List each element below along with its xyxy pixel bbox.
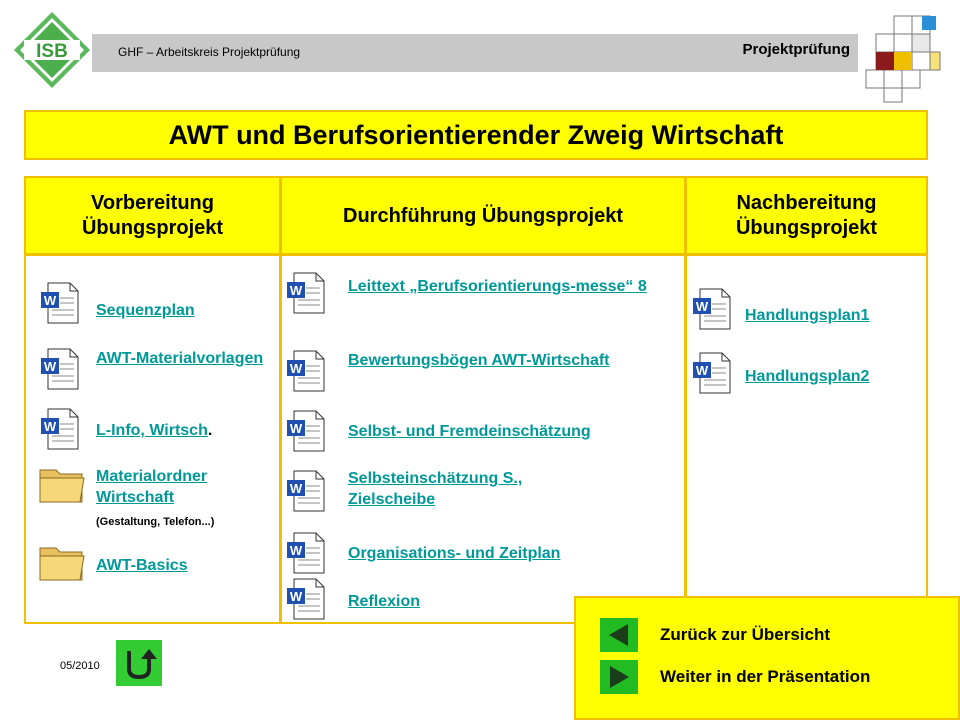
svg-text:W: W — [696, 363, 709, 378]
svg-text:W: W — [290, 481, 303, 496]
nav-back-label[interactable]: Zurück zur Übersicht — [660, 625, 830, 645]
link-bewertungsboegen[interactable]: Bewertungsbögen AWT-Wirtschaft — [348, 350, 648, 371]
return-arrow-icon — [127, 649, 157, 680]
page-title: AWT und Berufsorientierender Zweig Wirts… — [24, 110, 928, 160]
isb-logo: ISB — [12, 10, 92, 90]
link-sequenzplan[interactable]: Sequenzplan — [96, 300, 271, 321]
link-selbst-fremdeinschaetzung[interactable]: Selbst- und Fremdeinschätzung — [348, 421, 678, 442]
word-doc-icon[interactable]: W — [286, 350, 326, 392]
triangle-right-icon — [610, 666, 629, 688]
header-subtitle: GHF – Arbeitskreis Projektprüfung — [118, 45, 301, 59]
word-doc-icon[interactable]: W — [692, 288, 732, 330]
link-awt-basics[interactable]: AWT-Basics — [96, 555, 271, 576]
header-section: Projektprüfung — [742, 41, 851, 58]
link-l-info-wirtsch[interactable]: L-Info, Wirtsch — [96, 422, 208, 439]
word-doc-icon[interactable]: W — [286, 272, 326, 314]
link-leittext[interactable]: Leittext „Berufsorientierungs-messe“ 8 — [348, 276, 668, 297]
col-heading-followup: Nachbereitung Übungsprojekt — [687, 178, 926, 254]
return-button[interactable] — [116, 640, 162, 686]
col-heading-execution: Durchführung Übungsprojekt — [282, 178, 684, 254]
folder-icon[interactable] — [38, 462, 86, 506]
col-heading-preparation: Vorbereitung Übungsprojekt — [26, 178, 279, 254]
svg-text:W: W — [290, 361, 303, 376]
link-awt-materialvorlagen[interactable]: AWT-Materialvorlagen — [96, 348, 266, 369]
nav-back-button[interactable] — [600, 618, 638, 652]
materialordner-note: (Gestaltung, Telefon...) — [96, 516, 215, 528]
word-doc-icon[interactable]: W — [286, 410, 326, 452]
word-doc-icon[interactable]: W — [692, 352, 732, 394]
svg-text:W: W — [290, 421, 303, 436]
svg-text:W: W — [44, 419, 57, 434]
word-doc-icon[interactable]: W — [40, 408, 80, 450]
link-reflexion[interactable]: Reflexion — [348, 591, 548, 612]
link-handlungsplan1[interactable]: Handlungsplan1 — [745, 305, 923, 326]
svg-text:W: W — [290, 543, 303, 558]
link-handlungsplan2[interactable]: Handlungsplan2 — [745, 366, 923, 387]
nav-next-label[interactable]: Weiter in der Präsentation — [660, 667, 870, 687]
table-col-divider-2 — [684, 176, 687, 624]
svg-text:W: W — [290, 283, 303, 298]
svg-text:W: W — [290, 589, 303, 604]
grid-decoration-icon — [864, 14, 954, 104]
svg-text:W: W — [696, 299, 709, 314]
table-col-divider-1 — [279, 176, 282, 624]
word-doc-icon[interactable]: W — [286, 578, 326, 620]
link-suffix: . — [207, 422, 213, 439]
link-selbsteinschaetzung[interactable]: Selbsteinschätzung S., Zielscheibe — [348, 468, 558, 510]
word-doc-icon[interactable]: W — [40, 282, 80, 324]
link-materialordner-wirtschaft[interactable]: Materialordner Wirtschaft — [96, 466, 271, 508]
folder-icon[interactable] — [38, 540, 86, 584]
footer-date: 05/2010 — [60, 660, 100, 672]
triangle-left-icon — [609, 624, 628, 646]
table-header-divider — [24, 253, 928, 256]
link-organisations-zeitplan[interactable]: Organisations- und Zeitplan — [348, 543, 678, 564]
word-doc-icon[interactable]: W — [286, 532, 326, 574]
svg-text:W: W — [44, 359, 57, 374]
navigation-panel — [574, 596, 960, 720]
logo-text: ISB — [36, 41, 68, 62]
word-doc-icon[interactable]: W — [40, 348, 80, 390]
word-doc-icon[interactable]: W — [286, 470, 326, 512]
svg-text:W: W — [44, 293, 57, 308]
nav-next-button[interactable] — [600, 660, 638, 694]
